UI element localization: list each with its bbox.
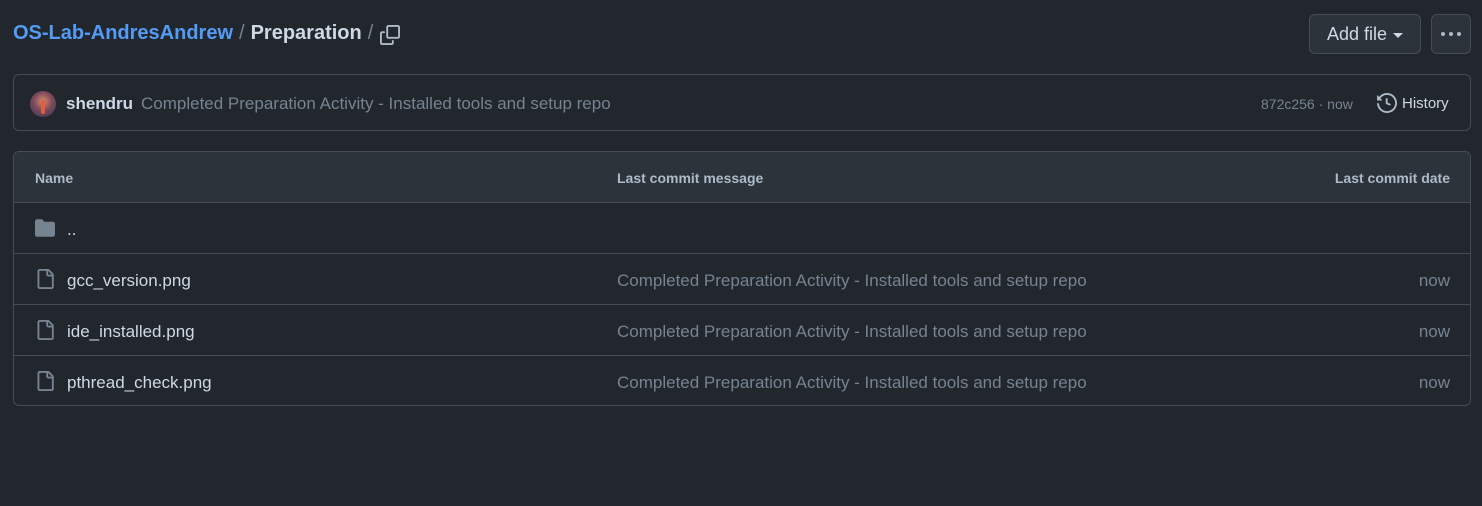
file-icon xyxy=(37,269,54,289)
add-file-button[interactable]: Add file xyxy=(1309,14,1421,54)
column-header-message: Last commit message xyxy=(617,170,764,186)
column-header-name: Name xyxy=(35,170,74,186)
parent-directory-link[interactable]: .. xyxy=(67,220,76,240)
file-commit-message[interactable]: Completed Preparation Activity - Install… xyxy=(617,322,1087,342)
breadcrumb: OS-Lab-AndresAndrew / Preparation / xyxy=(13,22,379,45)
add-file-label: Add file xyxy=(1326,23,1388,44)
file-commit-date: now xyxy=(1418,271,1450,290)
kebab-horizontal-icon xyxy=(1441,32,1461,36)
file-name-link[interactable]: gcc_version.png xyxy=(67,271,191,291)
file-commit-message[interactable]: Completed Preparation Activity - Install… xyxy=(617,271,1087,291)
table-row[interactable]: pthread_check.png Completed Preparation … xyxy=(14,356,1470,405)
table-row[interactable]: gcc_version.png Completed Preparation Ac… xyxy=(14,254,1470,305)
file-icon xyxy=(37,371,54,391)
copy-path-button[interactable] xyxy=(377,22,403,48)
latest-commit-bar: shendru Completed Preparation Activity -… xyxy=(13,74,1471,131)
breadcrumb-current-dir: Preparation xyxy=(250,22,362,44)
column-header-date: Last commit date xyxy=(1334,170,1450,186)
file-table: Name Last commit message Last commit dat… xyxy=(13,151,1471,406)
file-name-link[interactable]: ide_installed.png xyxy=(67,322,195,342)
history-button[interactable]: History xyxy=(1377,91,1449,115)
file-navigation-header: OS-Lab-AndresAndrew / Preparation / Add … xyxy=(13,14,1471,54)
breadcrumb-trailing-separator: / xyxy=(367,22,374,44)
commit-author[interactable]: shendru xyxy=(66,94,133,114)
file-commit-date: now xyxy=(1418,373,1450,392)
more-options-button[interactable] xyxy=(1431,14,1471,54)
commit-hash-time[interactable]: 872c256 · now xyxy=(1261,96,1353,112)
breadcrumb-separator: / xyxy=(239,22,245,44)
file-commit-date: now xyxy=(1418,322,1450,341)
copy-icon xyxy=(380,25,400,45)
history-icon xyxy=(1377,93,1397,113)
history-label: History xyxy=(1402,94,1449,112)
folder-icon xyxy=(35,219,55,237)
parent-directory-row[interactable]: .. xyxy=(14,203,1470,254)
breadcrumb-repo-link[interactable]: OS-Lab-AndresAndrew xyxy=(13,22,233,45)
table-header: Name Last commit message Last commit dat… xyxy=(14,152,1470,203)
avatar[interactable] xyxy=(30,91,56,117)
caret-down-icon xyxy=(1393,33,1404,38)
file-name-link[interactable]: pthread_check.png xyxy=(67,373,212,393)
table-row[interactable]: ide_installed.png Completed Preparation … xyxy=(14,305,1470,356)
file-commit-message[interactable]: Completed Preparation Activity - Install… xyxy=(617,373,1087,393)
commit-message[interactable]: Completed Preparation Activity - Install… xyxy=(141,94,611,114)
file-icon xyxy=(37,320,54,340)
